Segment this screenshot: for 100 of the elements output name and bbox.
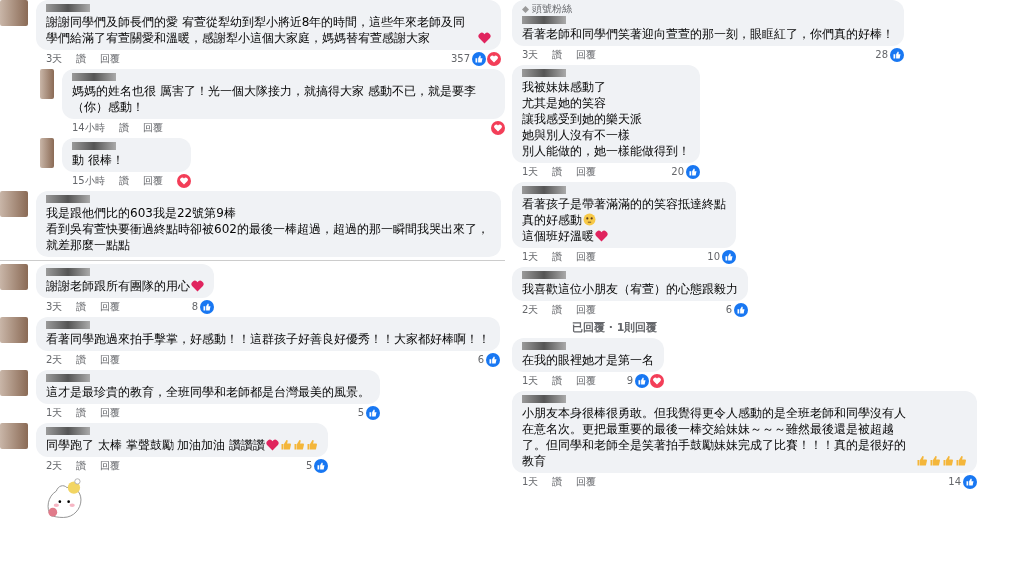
- comment-time: 2天: [46, 352, 63, 367]
- like-link[interactable]: 讚: [76, 352, 87, 367]
- blurred-avatar: [40, 138, 54, 168]
- comment-time: 15小時: [72, 173, 105, 188]
- reply-link[interactable]: 回覆: [576, 302, 597, 317]
- comment-text: 她與別人沒有不一樣: [522, 127, 630, 143]
- blurred-avatar: [0, 191, 28, 217]
- blurred-avatar: [0, 370, 28, 396]
- reply-link[interactable]: 回覆: [100, 458, 121, 473]
- comment-time: 1天: [522, 164, 539, 179]
- reaction-count: 10: [707, 251, 720, 262]
- reaction-count: 5: [357, 407, 364, 418]
- reaction-count: 14: [948, 476, 961, 487]
- reply-link[interactable]: 回覆: [100, 405, 121, 420]
- blurred-avatar: [0, 0, 28, 26]
- reply-link[interactable]: 回覆: [100, 51, 121, 66]
- reply-link[interactable]: 回覆: [576, 474, 597, 489]
- comment-text: 看著同學跑過來拍手擊掌，好感動！！這群孩子好善良好優秀！！大家都好棒啊！！: [46, 331, 490, 347]
- reply-link[interactable]: 回覆: [142, 120, 163, 135]
- reply-link[interactable]: 回覆: [100, 352, 121, 367]
- thumbs-up-icon: [929, 455, 941, 467]
- reaction-count: 28: [875, 49, 888, 60]
- thumbs-up-icon: [306, 439, 319, 451]
- reaction-count: 6: [725, 304, 732, 315]
- like-link[interactable]: 讚: [76, 458, 87, 473]
- blurred-name: [46, 374, 90, 382]
- thumbs-up-icon: [280, 439, 293, 451]
- like-link[interactable]: 讚: [552, 302, 563, 317]
- reply-link[interactable]: 回覆: [576, 164, 597, 179]
- thumbs-up-icon: [942, 455, 954, 467]
- blurred-name: [46, 4, 90, 12]
- comment-time: 1天: [522, 474, 539, 489]
- blurred-name: [522, 342, 566, 350]
- like-link[interactable]: 讚: [552, 47, 563, 62]
- like-link[interactable]: 讚: [118, 120, 129, 135]
- thumbs-up-icon: [293, 439, 306, 451]
- comment-time: 3天: [46, 299, 63, 314]
- reaction-count: 20: [671, 166, 684, 177]
- reply-link[interactable]: 回覆: [142, 173, 163, 188]
- like-link[interactable]: 讚: [76, 51, 87, 66]
- reply-link[interactable]: 回覆: [576, 249, 597, 264]
- blurred-name: [522, 271, 566, 279]
- blurred-name: [522, 395, 566, 403]
- blurred-avatar: [40, 69, 54, 99]
- comment-text: 這才是最珍貴的教育，全班同學和老師都是台灣最美的風景。: [46, 384, 370, 400]
- like-link[interactable]: 讚: [76, 299, 87, 314]
- comment-text: 媽媽的姓名也很 厲害了！光一個大隊接力，就搞得大家 感動不已，就是要李（你）感動！: [72, 83, 477, 115]
- comment-text: 看到吳宥萱快要衝過終點時卻被602的最後一棒超過，超過的那一瞬間我哭出來了，就差那麼一點點: [46, 221, 490, 253]
- comment-text: 動 很棒！: [72, 152, 124, 168]
- comment-text: 別人能做的，她一樣能做得到！: [522, 143, 690, 159]
- comment-time: 3天: [46, 51, 63, 66]
- heart-icon: [595, 230, 608, 242]
- comment-time: 2天: [46, 458, 63, 473]
- comment-text: 小朋友本身很棒很勇敢。但我覺得更令人感動的是全班老師和同學沒有人在意名次。更把最重要的最後一棒交給妹妹～～～雖然最後還是被超越了。但同學和老師全是笑著拍手鼓勵妹妹完成了比賽！！！真的是很好的教育: [522, 405, 907, 469]
- fan-label: 頭號粉絲: [532, 3, 572, 15]
- comment-text: 在我的眼裡她才是第一名: [522, 352, 654, 368]
- view-replies-link[interactable]: 已回覆 · 1則回覆: [512, 320, 1024, 335]
- heart-icon: [266, 439, 280, 451]
- comment-text: 尤其是她的笑容: [522, 95, 606, 111]
- like-link[interactable]: 讚: [552, 164, 563, 179]
- blurred-name: [72, 142, 116, 150]
- comment-text: 同學跑了 太棒 掌聲鼓勵 加油加油 讚讚讚: [46, 437, 266, 453]
- comment-time: 1天: [522, 249, 539, 264]
- comment-time: 1天: [46, 405, 63, 420]
- thumbs-up-icon: [916, 455, 928, 467]
- comment-time: 1天: [522, 373, 539, 388]
- reaction-count: 8: [191, 301, 198, 312]
- comment-text: 我是跟他們比的603我是22號第9棒: [46, 205, 236, 221]
- like-link[interactable]: 讚: [76, 405, 87, 420]
- blurred-name: [46, 195, 90, 203]
- like-link[interactable]: 讚: [118, 173, 129, 188]
- diamond-icon: [522, 5, 529, 13]
- heart-icon: [478, 32, 491, 44]
- heart-icon: [191, 280, 204, 292]
- thumbs-up-icon: [955, 455, 967, 467]
- reply-link[interactable]: 回覆: [576, 373, 597, 388]
- blurred-name: [522, 16, 566, 24]
- like-link[interactable]: 讚: [552, 373, 563, 388]
- like-link[interactable]: 讚: [552, 249, 563, 264]
- reply-link[interactable]: 回覆: [100, 299, 121, 314]
- comment-text: 讓我感受到她的樂天派: [522, 111, 642, 127]
- blurred-avatar: [0, 423, 28, 449]
- blurred-name: [522, 186, 566, 194]
- comment-time: 14小時: [72, 120, 105, 135]
- reaction-count: 5: [305, 460, 313, 471]
- reaction-count: 9: [626, 375, 633, 386]
- blurred-name: [46, 321, 90, 329]
- comment-text: 我被妹妹感動了: [522, 79, 606, 95]
- blurred-name: [46, 427, 90, 435]
- like-link[interactable]: 讚: [552, 474, 563, 489]
- blurred-avatar: [0, 264, 28, 290]
- comment-text: 謝謝同學們及師長們的愛 宥萱從犁幼到犁小將近8年的時間，這些年來老師及同學們給滿了宥萱關愛和溫暖，感謝犁小這個大家庭，媽媽替宥萱感謝大家: [46, 14, 467, 46]
- comment-text: 看著老師和同學們笑著迎向萱萱的那一刻，眼眶紅了，你們真的好棒！: [522, 26, 894, 42]
- reaction-count: 6: [477, 354, 484, 365]
- blurred-name: [46, 268, 90, 276]
- reply-link[interactable]: 回覆: [576, 47, 597, 62]
- comment-time: 3天: [522, 47, 539, 62]
- blurred-name: [522, 69, 566, 77]
- comment-time: 2天: [522, 302, 539, 317]
- teary-face-icon: [583, 213, 596, 226]
